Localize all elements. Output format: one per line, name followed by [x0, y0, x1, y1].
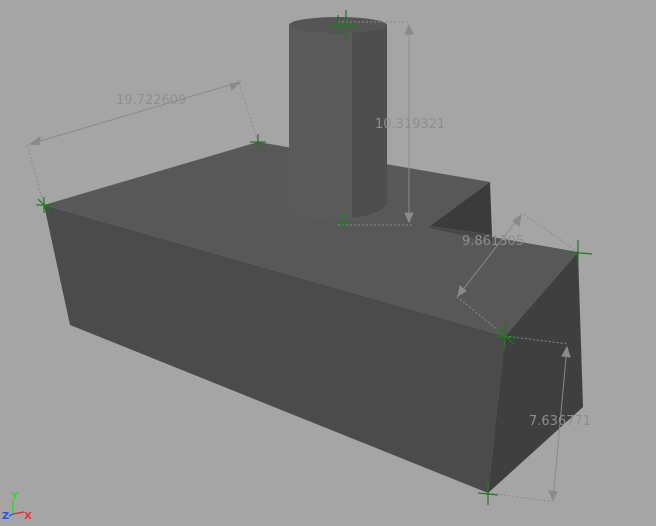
dimension-label-top-depth: 9.861305	[462, 234, 524, 249]
axis-z-label: Z	[2, 511, 9, 522]
axis-x-label: X	[24, 511, 32, 522]
dimension-label-top-width: 19.722609	[116, 93, 186, 108]
dimension-label-block-height: 7.636771	[529, 414, 591, 429]
dimension-label-cylinder-height: 10.319321	[375, 117, 445, 132]
axis-y-label: Y	[10, 491, 19, 502]
3d-viewport[interactable]: 19.722609 10.319321 9.861305 7.636771 Y …	[0, 0, 656, 526]
